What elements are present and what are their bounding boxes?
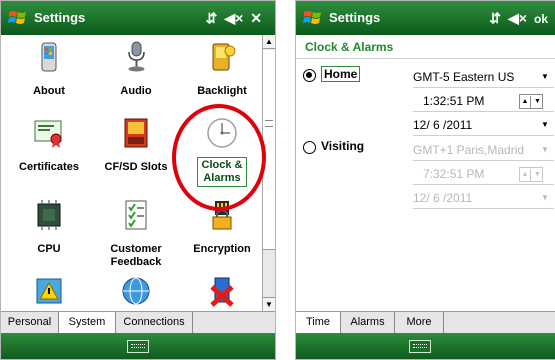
visiting-date-field[interactable]: 12/ 6 /2011 ▼ (413, 188, 554, 209)
stepper-down-icon[interactable]: ▼ (532, 169, 543, 181)
tile-label: CPU (37, 243, 61, 255)
page-title: Settings (34, 10, 86, 25)
status-icons: ⇵ ◀× ok (489, 10, 555, 27)
windows-start-icon[interactable] (8, 9, 28, 27)
signal-icon[interactable]: ⇵ (206, 10, 218, 27)
close-icon[interactable]: ✕ (250, 10, 262, 27)
tab-bar: Time Alarms More (296, 311, 555, 335)
title-bar: Settings ⇵ ◀× ✕ (1, 1, 275, 35)
tile-label: About (33, 85, 65, 97)
visiting-timezone-dropdown[interactable]: GMT+1 Paris,Madrid ▼ (413, 140, 554, 161)
tab-time[interactable]: Time (296, 312, 341, 334)
volume-icon[interactable]: ◀× (224, 10, 243, 27)
stepper-up-icon[interactable]: ▲ (520, 96, 531, 108)
dropdown-arrow-icon: ▼ (541, 193, 549, 202)
title-bar: Settings ⇵ ◀× ok (296, 1, 555, 35)
home-radio[interactable] (303, 69, 316, 82)
ok-button[interactable]: ok (534, 12, 548, 26)
microphone-icon (128, 41, 145, 72)
soft-key-bar (1, 333, 275, 359)
section-header: Clock & Alarms (296, 35, 555, 59)
visiting-time-stepper[interactable]: ▲ ▼ (519, 167, 543, 182)
dropdown-arrow-icon: ▼ (541, 72, 549, 81)
visiting-radio[interactable] (303, 141, 316, 154)
tab-more[interactable]: More (394, 312, 444, 334)
tile-backlight[interactable]: Backlight (179, 41, 263, 98)
tile-cpu[interactable]: CPU (6, 199, 92, 256)
tile-certificates[interactable]: Certificates (6, 117, 92, 174)
windows-start-icon[interactable] (303, 9, 323, 27)
memory-card-icon (124, 118, 148, 148)
tile-label: Backlight (197, 85, 247, 97)
scroll-down-arrow-icon[interactable]: ▼ (263, 297, 275, 311)
home-label[interactable]: Home (321, 66, 361, 82)
scroll-up-arrow-icon[interactable]: ▲ (263, 35, 275, 49)
tile-cf-sd-slots[interactable]: CF/SD Slots (93, 117, 179, 174)
tile-partial-2[interactable] (93, 275, 179, 311)
page-title: Settings (329, 10, 381, 25)
home-date-field[interactable]: 12/ 6 /2011 ▼ (413, 115, 554, 136)
delete-x-icon (210, 277, 234, 307)
backlight-icon (212, 43, 236, 71)
certificate-icon (34, 120, 62, 148)
tile-partial-3[interactable] (179, 275, 263, 311)
tile-partial-1[interactable] (6, 275, 92, 311)
tab-alarms[interactable]: Alarms (340, 312, 395, 334)
keyboard-icon[interactable] (409, 340, 431, 353)
home-timezone-dropdown[interactable]: GMT-5 Eastern US ▼ (413, 67, 554, 88)
tile-about[interactable]: About (6, 41, 92, 98)
soft-key-bar (296, 333, 555, 359)
tab-connections[interactable]: Connections (115, 312, 193, 334)
tile-label: Audio (120, 85, 152, 97)
tile-label: Encryption (193, 243, 251, 255)
dropdown-arrow-icon: ▼ (541, 120, 549, 129)
tile-customer-feedback[interactable]: Customer Feedback (93, 199, 179, 269)
tab-bar: Personal System Connections (1, 311, 275, 335)
clock-alarms-screen: Settings ⇵ ◀× ok Clock & Alarms Home GMT-5… (295, 0, 555, 360)
feedback-checklist-icon (125, 200, 147, 230)
tile-label: CF/SD Slots (104, 161, 168, 173)
tile-audio[interactable]: Audio (93, 41, 179, 98)
cpu-icon (37, 200, 61, 230)
stepper-down-icon[interactable]: ▼ (532, 96, 543, 108)
volume-icon[interactable]: ◀× (508, 10, 527, 27)
tile-label: Certificates (19, 161, 79, 173)
warning-icon (36, 278, 62, 304)
tab-system[interactable]: System (58, 312, 116, 334)
highlight-circle (172, 104, 266, 211)
stepper-up-icon[interactable]: ▲ (520, 169, 531, 181)
device-info-icon (41, 42, 57, 72)
dropdown-arrow-icon: ▼ (541, 145, 549, 154)
status-icons: ⇵ ◀× ✕ (206, 10, 269, 27)
signal-icon[interactable]: ⇵ (489, 10, 501, 27)
keyboard-icon[interactable] (127, 340, 149, 353)
tile-label: Customer Feedback (110, 243, 162, 268)
globe-icon (122, 277, 150, 305)
visiting-label[interactable]: Visiting (321, 139, 364, 153)
section-title: Clock & Alarms (305, 40, 394, 54)
home-time-stepper[interactable]: ▲ ▼ (519, 94, 543, 109)
tab-personal[interactable]: Personal (1, 312, 59, 334)
settings-system-screen: Settings ⇵ ◀× ✕ About Audio Backlight Ce… (0, 0, 276, 360)
